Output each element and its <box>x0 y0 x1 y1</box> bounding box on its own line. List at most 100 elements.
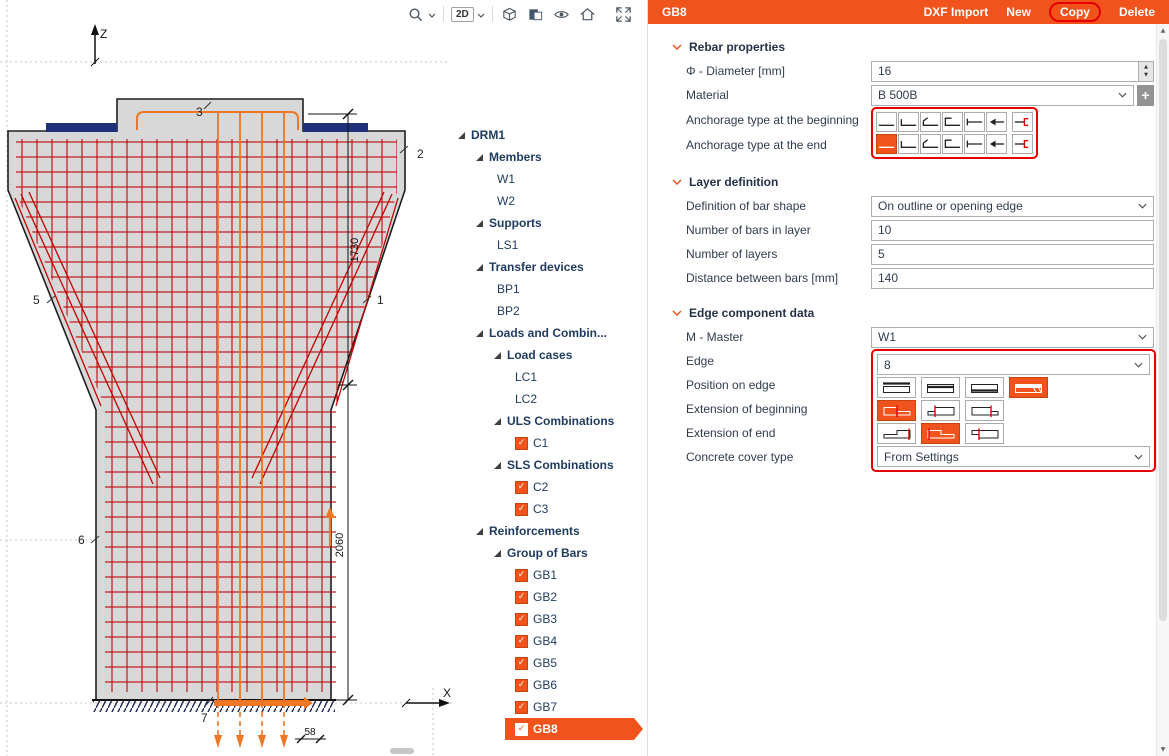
extension-end-option-3[interactable] <box>965 423 1004 444</box>
view-mode-control[interactable]: 2D <box>451 5 485 23</box>
expander-icon[interactable] <box>476 264 483 271</box>
tree-item-w2[interactable]: W2 <box>455 190 645 212</box>
number-of-layers-input[interactable]: 5 <box>871 244 1154 265</box>
tree-item-group-of-bars[interactable]: Group of Bars <box>455 542 645 564</box>
visibility-icon[interactable] <box>552 5 571 24</box>
material-dropdown[interactable]: B 500B <box>871 85 1134 106</box>
section-layer-definition[interactable]: Layer definition <box>672 170 1156 194</box>
panels-icon[interactable] <box>526 5 545 24</box>
tree-item-gb3[interactable]: ✓GB3 <box>455 608 645 630</box>
extension-end-option-2[interactable] <box>921 423 960 444</box>
section-edge-component-data[interactable]: Edge component data <box>672 301 1156 325</box>
tree-item-w1[interactable]: W1 <box>455 168 645 190</box>
anchorage-straight-button[interactable] <box>876 134 897 154</box>
bearing-plate-left[interactable] <box>46 123 117 132</box>
tree-item-ls1[interactable]: LS1 <box>455 234 645 256</box>
tree-item-uls-combinations[interactable]: ULS Combinations <box>455 410 645 432</box>
tree-item-load-cases[interactable]: Load cases <box>455 344 645 366</box>
checkbox-icon[interactable]: ✓ <box>515 679 528 692</box>
bar-distance-input[interactable]: 140 <box>871 268 1154 289</box>
expander-icon[interactable] <box>476 528 483 535</box>
search-control[interactable] <box>406 5 436 24</box>
home-icon[interactable] <box>578 5 597 24</box>
cover-type-dropdown[interactable]: From Settings <box>877 446 1150 467</box>
checkbox-icon[interactable]: ✓ <box>515 437 528 450</box>
search-icon[interactable] <box>406 5 425 24</box>
tree-item-c1[interactable]: ✓C1 <box>455 432 645 454</box>
tree-item-supports[interactable]: Supports <box>455 212 645 234</box>
anchorage-welded-head-button[interactable] <box>986 112 1007 132</box>
anchorage-end-plate-button[interactable] <box>964 134 985 154</box>
tree-item-gb5[interactable]: ✓GB5 <box>455 652 645 674</box>
tree-item-members[interactable]: Members <box>455 146 645 168</box>
copy-button[interactable]: Copy <box>1049 2 1101 22</box>
extension-begin-option-2[interactable] <box>921 400 960 421</box>
anchorage-continuous-button[interactable] <box>1012 134 1033 154</box>
checkbox-icon[interactable]: ✓ <box>515 635 528 648</box>
expander-icon[interactable] <box>494 550 501 557</box>
expander-icon[interactable] <box>494 418 501 425</box>
expander-icon[interactable] <box>476 220 483 227</box>
tree-item-bp2[interactable]: BP2 <box>455 300 645 322</box>
edge-dropdown[interactable]: 8 <box>877 354 1150 375</box>
checkbox-icon[interactable]: ✓ <box>515 569 528 582</box>
vertical-scrollbar-thumb[interactable] <box>1159 39 1167 621</box>
tree-item-lc1[interactable]: LC1 <box>455 366 645 388</box>
bar-shape-dropdown[interactable]: On outline or opening edge <box>871 196 1154 217</box>
new-button[interactable]: New <box>1006 5 1031 19</box>
scroll-up-icon[interactable]: ▲ <box>1157 24 1169 37</box>
tree-item-gb8[interactable]: ✓GB8 <box>455 718 645 740</box>
checkbox-icon[interactable]: ✓ <box>515 503 528 516</box>
tree-item-bp1[interactable]: BP1 <box>455 278 645 300</box>
checkbox-icon[interactable]: ✓ <box>515 701 528 714</box>
extension-begin-option-1[interactable] <box>877 400 916 421</box>
expander-icon[interactable] <box>458 132 465 139</box>
tree-item-gb2[interactable]: ✓GB2 <box>455 586 645 608</box>
expander-icon[interactable] <box>476 330 483 337</box>
tree-item-transfer-devices[interactable]: Transfer devices <box>455 256 645 278</box>
position-bottom-button[interactable] <box>965 377 1004 398</box>
anchorage-end-plate-button[interactable] <box>964 112 985 132</box>
expander-icon[interactable] <box>494 352 501 359</box>
section-rebar-properties[interactable]: Rebar properties <box>672 35 1156 59</box>
position-above-button[interactable] <box>877 377 916 398</box>
checkbox-icon[interactable]: ✓ <box>515 481 528 494</box>
anchorage-bend-135-button[interactable] <box>920 112 941 132</box>
tree-item-drm1[interactable]: DRM1 <box>455 124 645 146</box>
view-mode-chevron-icon[interactable] <box>477 5 485 23</box>
search-chevron-icon[interactable] <box>428 5 436 23</box>
diameter-spinner[interactable]: ▲▼ <box>1139 61 1154 82</box>
add-material-button[interactable]: + <box>1137 85 1154 106</box>
vertical-scrollbar[interactable]: ▲ ▼ <box>1156 24 1169 756</box>
extension-begin-option-3[interactable] <box>965 400 1004 421</box>
bars-in-layer-input[interactable]: 10 <box>871 220 1154 241</box>
tree-item-lc2[interactable]: LC2 <box>455 388 645 410</box>
view-2d-button[interactable]: 2D <box>451 7 474 22</box>
tree-item-loads-and-combin-[interactable]: Loads and Combin... <box>455 322 645 344</box>
anchorage-bend-90-button[interactable] <box>898 112 919 132</box>
fullscreen-icon[interactable] <box>614 5 633 24</box>
extension-end-option-1[interactable] <box>877 423 916 444</box>
anchorage-bend-90-button[interactable] <box>898 134 919 154</box>
tree-item-gb6[interactable]: ✓GB6 <box>455 674 645 696</box>
anchorage-bend-135-button[interactable] <box>920 134 941 154</box>
scroll-down-icon[interactable]: ▼ <box>1157 743 1169 756</box>
position-top-button[interactable] <box>921 377 960 398</box>
master-dropdown[interactable]: W1 <box>871 327 1154 348</box>
tree-item-gb1[interactable]: ✓GB1 <box>455 564 645 586</box>
position-inside-button[interactable] <box>1009 377 1048 398</box>
bearing-plate-right[interactable] <box>303 123 368 132</box>
anchorage-continuous-button[interactable] <box>1012 112 1033 132</box>
anchorage-hook-180-button[interactable] <box>942 134 963 154</box>
expander-icon[interactable] <box>476 154 483 161</box>
tree-item-gb7[interactable]: ✓GB7 <box>455 696 645 718</box>
checkbox-icon[interactable]: ✓ <box>515 657 528 670</box>
horizontal-scrollbar-thumb[interactable] <box>390 748 414 754</box>
tree-item-c2[interactable]: ✓C2 <box>455 476 645 498</box>
diameter-input[interactable]: 16 <box>871 61 1139 82</box>
tree-item-c3[interactable]: ✓C3 <box>455 498 645 520</box>
checkbox-icon[interactable]: ✓ <box>515 613 528 626</box>
tree-item-sls-combinations[interactable]: SLS Combinations <box>455 454 645 476</box>
dxf-import-button[interactable]: DXF Import <box>924 5 989 19</box>
checkbox-icon[interactable]: ✓ <box>515 591 528 604</box>
